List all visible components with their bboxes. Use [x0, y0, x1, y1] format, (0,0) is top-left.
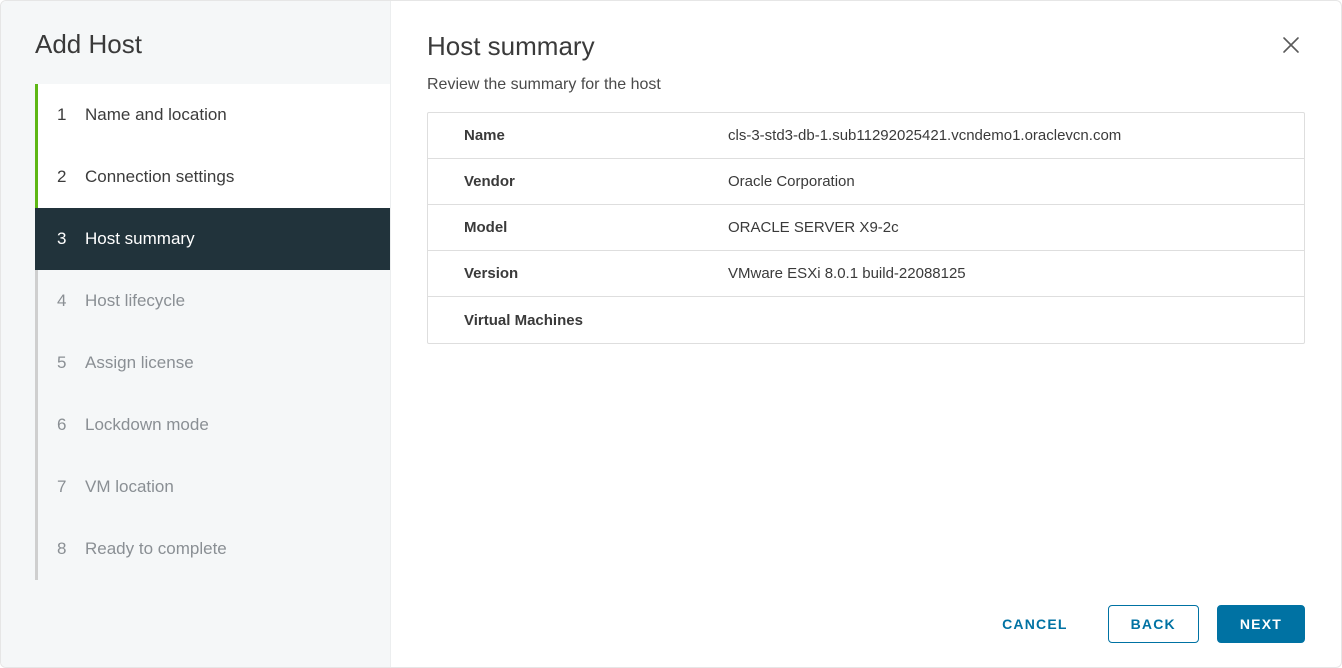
summary-label: Model: [428, 207, 708, 248]
step-number: 6: [57, 415, 75, 435]
summary-row-vendor: Vendor Oracle Corporation: [428, 159, 1304, 205]
summary-row-model: Model ORACLE SERVER X9-2c: [428, 205, 1304, 251]
summary-row-virtual-machines: Virtual Machines: [428, 297, 1304, 343]
step-host-lifecycle: 4 Host lifecycle: [35, 270, 390, 332]
next-button[interactable]: NEXT: [1217, 605, 1305, 643]
step-label: Assign license: [85, 353, 194, 373]
step-number: 7: [57, 477, 75, 497]
step-lockdown-mode: 6 Lockdown mode: [35, 394, 390, 456]
summary-row-version: Version VMware ESXi 8.0.1 build-22088125: [428, 251, 1304, 297]
summary-label: Name: [428, 115, 708, 156]
step-name-and-location[interactable]: 1 Name and location: [35, 84, 390, 146]
main-header: Host summary: [427, 31, 1305, 76]
wizard-title: Add Host: [1, 29, 390, 84]
summary-label: Virtual Machines: [428, 300, 708, 341]
summary-value: cls-3-std3-db-1.sub11292025421.vcndemo1.…: [708, 115, 1304, 156]
summary-value: ORACLE SERVER X9-2c: [708, 207, 1304, 248]
step-connection-settings[interactable]: 2 Connection settings: [35, 146, 390, 208]
close-icon: [1281, 35, 1301, 55]
summary-value: Oracle Corporation: [708, 161, 1304, 202]
summary-row-name: Name cls-3-std3-db-1.sub11292025421.vcnd…: [428, 113, 1304, 159]
step-label: Host summary: [85, 229, 195, 249]
wizard-sidebar: Add Host 1 Name and location 2 Connectio…: [1, 1, 391, 667]
summary-label: Version: [428, 253, 708, 294]
step-number: 5: [57, 353, 75, 373]
wizard-steps: 1 Name and location 2 Connection setting…: [35, 84, 390, 580]
step-label: Ready to complete: [85, 539, 227, 559]
back-button[interactable]: BACK: [1108, 605, 1199, 643]
cancel-button[interactable]: CANCEL: [980, 606, 1090, 642]
step-number: 3: [57, 229, 75, 249]
step-label: Lockdown mode: [85, 415, 209, 435]
step-number: 1: [57, 105, 75, 125]
step-number: 2: [57, 167, 75, 187]
close-button[interactable]: [1277, 31, 1305, 59]
step-host-summary[interactable]: 3 Host summary: [35, 208, 390, 270]
step-number: 4: [57, 291, 75, 311]
step-assign-license: 5 Assign license: [35, 332, 390, 394]
step-vm-location: 7 VM location: [35, 456, 390, 518]
page-subtitle: Review the summary for the host: [427, 76, 1305, 94]
step-label: Name and location: [85, 105, 227, 125]
step-label: Connection settings: [85, 167, 234, 187]
step-ready-to-complete: 8 Ready to complete: [35, 518, 390, 580]
wizard-footer: CANCEL BACK NEXT: [427, 585, 1305, 643]
step-label: VM location: [85, 477, 174, 497]
add-host-wizard: Add Host 1 Name and location 2 Connectio…: [0, 0, 1342, 668]
summary-value: VMware ESXi 8.0.1 build-22088125: [708, 253, 1304, 294]
wizard-main-panel: Host summary Review the summary for the …: [391, 1, 1341, 667]
step-number: 8: [57, 539, 75, 559]
host-summary-table: Name cls-3-std3-db-1.sub11292025421.vcnd…: [427, 112, 1305, 344]
summary-value: [708, 308, 1304, 332]
page-title: Host summary: [427, 31, 595, 62]
step-label: Host lifecycle: [85, 291, 185, 311]
summary-label: Vendor: [428, 161, 708, 202]
